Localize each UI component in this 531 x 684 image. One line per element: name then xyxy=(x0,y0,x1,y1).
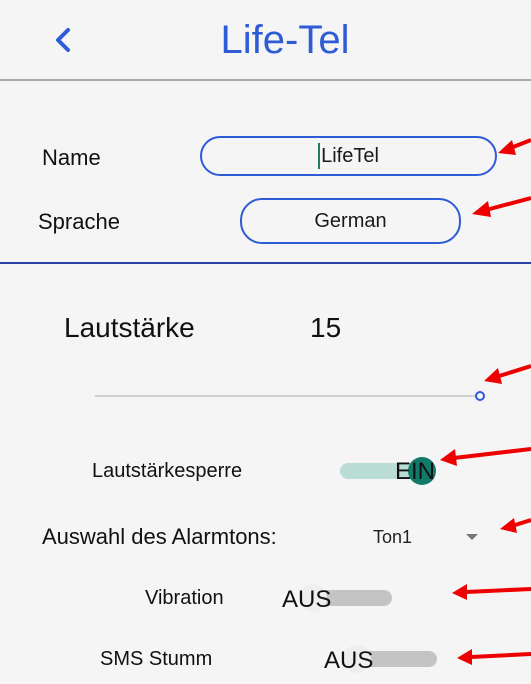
language-button[interactable]: German xyxy=(240,198,461,244)
language-label: Sprache xyxy=(38,209,120,234)
alarm-tone-value: Ton1 xyxy=(373,527,413,547)
section-divider xyxy=(0,262,531,264)
name-field[interactable]: LifeTel xyxy=(200,136,497,176)
alarm-tone-label: Auswahl des Alarmtons: xyxy=(42,524,277,549)
volume-value: 15 xyxy=(310,312,342,343)
volume-slider-track[interactable] xyxy=(95,395,480,397)
annotation-arrow-icon xyxy=(500,518,531,533)
sms-mute-label: SMS Stumm xyxy=(100,648,213,670)
name-value: LifeTel xyxy=(321,144,379,167)
back-button[interactable] xyxy=(48,20,78,60)
volume-lock-label: Lautstärkesperre xyxy=(92,460,243,482)
name-label: Name xyxy=(42,145,101,170)
chevron-left-icon xyxy=(56,28,70,52)
annotation-arrow-icon xyxy=(484,364,531,384)
annotation-arrow-icon xyxy=(498,138,531,155)
page-title: Life-Tel xyxy=(220,18,350,62)
volume-lock-state: EIN xyxy=(395,458,436,485)
annotation-arrow-icon xyxy=(440,447,531,466)
dropdown-arrow-icon xyxy=(466,534,478,540)
text-cursor xyxy=(318,143,321,169)
annotation-arrow-icon xyxy=(472,196,531,217)
annotation-arrow-icon xyxy=(457,649,531,665)
language-value: German xyxy=(314,209,387,232)
sms-mute-state: AUS xyxy=(324,647,374,674)
vibration-state: AUS xyxy=(282,586,332,613)
vibration-label: Vibration xyxy=(145,587,224,609)
annotation-arrow-icon xyxy=(452,584,531,600)
volume-slider-thumb[interactable] xyxy=(475,391,485,401)
header-divider xyxy=(0,79,531,81)
settings-screen: Life-Tel Name LifeTel Sprache German Lau… xyxy=(0,0,531,684)
volume-label: Lautstärke xyxy=(64,312,195,343)
